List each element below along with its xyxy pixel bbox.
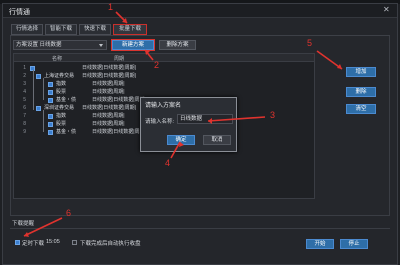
annotation-overlay xyxy=(23,11,343,237)
callout-arrow-6 xyxy=(23,217,63,237)
callout-arrow-3 xyxy=(207,116,266,122)
callout-number-1: 1 xyxy=(108,2,114,12)
callout-arrow-5 xyxy=(316,50,343,70)
callout-number-2: 2 xyxy=(154,60,160,70)
callout-number-4: 4 xyxy=(165,158,171,168)
callout-arrowhead-3 xyxy=(208,118,212,124)
callout-number-3: 3 xyxy=(270,110,276,120)
callout-number-5: 5 xyxy=(307,38,313,48)
callout-arrow-4 xyxy=(170,141,181,159)
callout-number-6: 6 xyxy=(66,208,72,218)
